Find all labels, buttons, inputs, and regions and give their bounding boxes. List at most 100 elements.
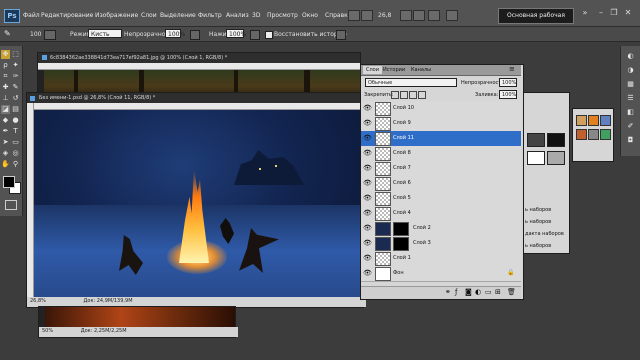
swatch[interactable] bbox=[588, 129, 599, 140]
eye-icon[interactable]: 👁 bbox=[363, 269, 372, 278]
brush-panel-icon[interactable] bbox=[44, 30, 56, 40]
zoom-icon[interactable]: ⚲ bbox=[11, 160, 20, 169]
brush-size[interactable]: 100 bbox=[30, 31, 41, 38]
layer-name[interactable]: Слой 2 bbox=[413, 225, 431, 231]
brush-tool-icon[interactable]: ✎ bbox=[11, 83, 20, 92]
screen-mode-icon[interactable] bbox=[446, 10, 458, 21]
swatch[interactable] bbox=[600, 115, 611, 126]
lock-position-icon[interactable] bbox=[409, 91, 417, 99]
quick-mask-icon[interactable] bbox=[5, 200, 17, 210]
foreground-color-swatch[interactable] bbox=[3, 176, 15, 188]
minimize-icon[interactable]: – bbox=[596, 8, 606, 18]
adjustments-panel-icon[interactable]: ◑ bbox=[626, 66, 635, 75]
move-tool-icon[interactable]: ✥ bbox=[1, 50, 10, 59]
hand-icon[interactable]: ✋ bbox=[1, 160, 10, 169]
3d-orbit-icon[interactable]: ◎ bbox=[11, 149, 20, 158]
layer-style-icon[interactable]: ƒ bbox=[455, 288, 457, 296]
document-title-psd[interactable]: Без имени-1.psd @ 26,8% (Слой 11, RGB/8)… bbox=[27, 93, 363, 103]
history-panel-icon[interactable]: ☰ bbox=[626, 94, 635, 103]
canvas-night-scene[interactable] bbox=[34, 110, 362, 297]
eye-icon[interactable]: 👁 bbox=[363, 134, 372, 143]
layer-name[interactable]: Слой 7 bbox=[393, 165, 411, 171]
layer-row[interactable]: 👁 Слой 2 bbox=[361, 221, 521, 237]
lock-all-icon[interactable] bbox=[418, 91, 426, 99]
path-selection-icon[interactable]: ➤ bbox=[1, 138, 10, 147]
link-layers-icon[interactable]: ⚭ bbox=[445, 288, 451, 296]
layer-row[interactable]: 👁 Слой 1 bbox=[361, 251, 521, 267]
3d-rotate-icon[interactable]: ◈ bbox=[1, 149, 10, 158]
swatch[interactable] bbox=[576, 115, 587, 126]
layer-mask-thumbnail[interactable] bbox=[393, 237, 409, 251]
blend-mode-select[interactable]: Обычные bbox=[365, 78, 457, 87]
menu-select[interactable]: Выделение bbox=[160, 12, 196, 19]
layer-row[interactable]: 👁 Слой 5 bbox=[361, 191, 521, 207]
new-group-icon[interactable]: ▭ bbox=[485, 288, 492, 296]
adjustment-icon[interactable] bbox=[547, 151, 565, 165]
layer-opacity-field[interactable]: 100% bbox=[499, 78, 517, 87]
dodge-tool-icon[interactable]: ● bbox=[11, 116, 20, 125]
gradient-tool-icon[interactable]: ▤ bbox=[11, 105, 20, 114]
tab-layers[interactable]: Слои bbox=[363, 66, 382, 74]
lasso-tool-icon[interactable]: ρ bbox=[1, 61, 10, 70]
layer-row[interactable]: 👁 Слой 7 bbox=[361, 161, 521, 177]
healing-brush-icon[interactable]: ✚ bbox=[1, 83, 10, 92]
masks-panel-icon[interactable]: ◘ bbox=[626, 136, 635, 145]
pen-tool-icon[interactable]: ✒ bbox=[1, 127, 10, 136]
document-title-jpg[interactable]: 6c8384362ae338841d73ea717ef92a81.jpg @ 1… bbox=[38, 53, 360, 63]
lock-transparency-icon[interactable] bbox=[391, 91, 399, 99]
eye-icon[interactable]: 👁 bbox=[363, 194, 372, 203]
layer-row[interactable]: 👁 Слой 6 bbox=[361, 176, 521, 192]
adjustment-icon[interactable] bbox=[527, 133, 545, 147]
swatch[interactable] bbox=[600, 129, 611, 140]
history-checkbox[interactable] bbox=[265, 31, 273, 39]
eye-icon[interactable]: 👁 bbox=[363, 119, 372, 128]
eyedropper-icon[interactable]: ✑ bbox=[11, 72, 20, 81]
layer-row[interactable]: 👁 Слой 8 bbox=[361, 146, 521, 162]
eye-icon[interactable]: 👁 bbox=[363, 164, 372, 173]
layer-mask-thumbnail[interactable] bbox=[393, 222, 409, 236]
menu-window[interactable]: Окно bbox=[302, 12, 318, 19]
tablet-pressure-icon[interactable] bbox=[336, 30, 346, 40]
panel-menu-icon[interactable]: ≡ bbox=[509, 65, 515, 73]
eye-icon[interactable]: 👁 bbox=[363, 104, 372, 113]
menu-image[interactable]: Изображение bbox=[95, 12, 138, 19]
swatch[interactable] bbox=[588, 115, 599, 126]
menu-edit[interactable]: Редактирование bbox=[41, 12, 93, 19]
swatch[interactable] bbox=[576, 129, 587, 140]
tab-history[interactable]: Истории bbox=[383, 67, 405, 73]
menu-file[interactable]: Файл bbox=[23, 12, 40, 19]
menu-layers[interactable]: Слои bbox=[141, 12, 157, 19]
delete-layer-icon[interactable]: 🗑 bbox=[507, 288, 516, 296]
eye-icon[interactable]: 👁 bbox=[363, 209, 372, 218]
restore-icon[interactable]: ❐ bbox=[609, 8, 619, 18]
document-window-bottom[interactable]: 50% Док: 2,25M/2,25M bbox=[38, 306, 238, 338]
document-window-psd[interactable]: Без имени-1.psd @ 26,8% (Слой 11, RGB/8)… bbox=[26, 92, 366, 308]
adjustment-icon[interactable] bbox=[527, 151, 545, 165]
layer-name[interactable]: Слой 5 bbox=[393, 195, 411, 201]
eye-icon[interactable]: 👁 bbox=[363, 179, 372, 188]
eye-icon[interactable]: 👁 bbox=[363, 239, 372, 248]
layer-row[interactable]: 👁 Слой 11 bbox=[361, 131, 521, 147]
color-panel-icon[interactable]: ◐ bbox=[626, 52, 635, 61]
bridge-icon[interactable] bbox=[348, 10, 360, 21]
minibridge-icon[interactable] bbox=[361, 10, 373, 21]
layer-name[interactable]: Слой 3 bbox=[413, 240, 431, 246]
history-brush-icon[interactable]: ↺ bbox=[11, 94, 20, 103]
channels-panel-icon[interactable]: ◧ bbox=[626, 108, 635, 117]
eye-icon[interactable]: 👁 bbox=[363, 254, 372, 263]
layer-row[interactable]: 👁 Слой 4 bbox=[361, 206, 521, 222]
lock-pixels-icon[interactable] bbox=[400, 91, 408, 99]
arrange-documents-icon[interactable] bbox=[428, 10, 440, 21]
status-doc-info-bottom[interactable]: Док: 2,25M/2,25M bbox=[81, 328, 127, 334]
status-zoom-bottom[interactable]: 50% bbox=[42, 328, 53, 334]
shape-tool-icon[interactable]: ▭ bbox=[11, 138, 20, 147]
magic-wand-icon[interactable]: ✦ bbox=[11, 61, 20, 70]
eye-icon[interactable]: 👁 bbox=[363, 149, 372, 158]
status-doc-info[interactable]: Док: 24,9M/139,9M bbox=[83, 298, 132, 304]
layer-row[interactable]: 👁 Слой 10 bbox=[361, 101, 521, 117]
layer-row[interactable]: 👁 Слой 9 bbox=[361, 116, 521, 132]
clone-stamp-icon[interactable]: ⊥ bbox=[1, 94, 10, 103]
layer-name[interactable]: Слой 9 bbox=[393, 120, 411, 126]
crop-tool-icon[interactable]: ⌗ bbox=[1, 72, 10, 81]
layer-name[interactable]: Слой 1 bbox=[393, 255, 411, 261]
